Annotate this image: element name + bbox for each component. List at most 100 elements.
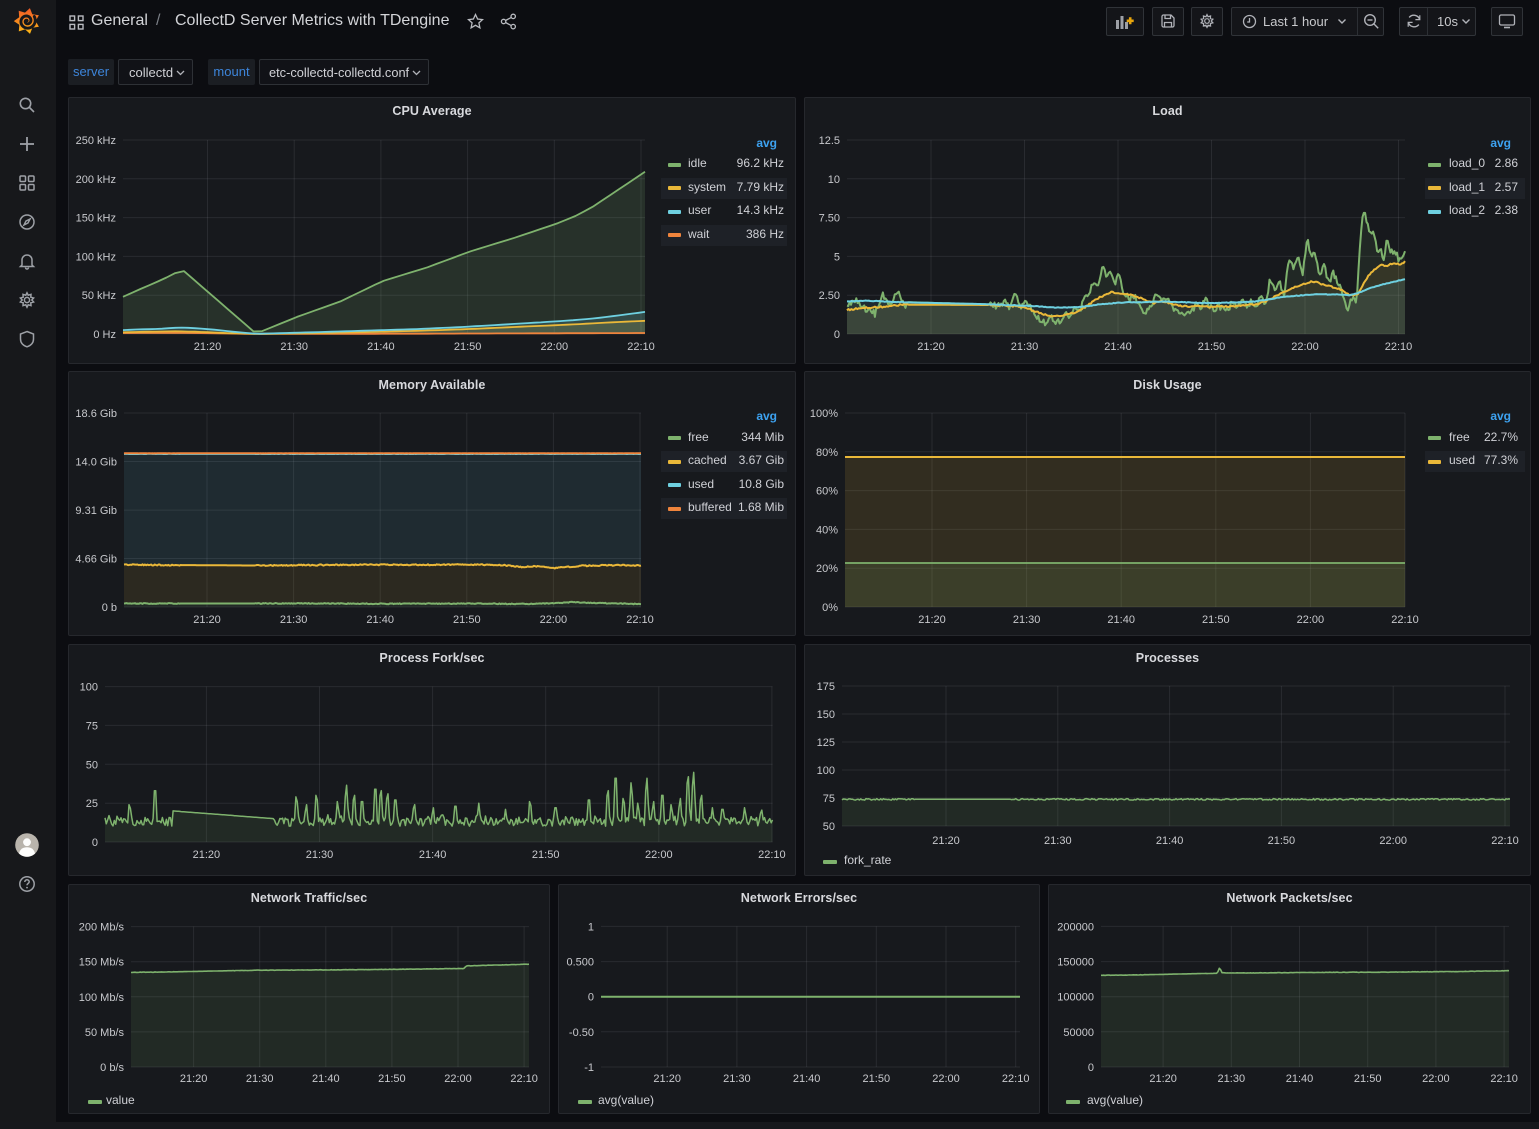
svg-text:21:30: 21:30 [280, 614, 308, 626]
svg-text:18.6 Gib: 18.6 Gib [75, 408, 117, 420]
svg-text:0 b/s: 0 b/s [100, 1062, 124, 1074]
svg-text:21:20: 21:20 [932, 835, 960, 847]
svg-text:0 Hz: 0 Hz [93, 329, 116, 341]
svg-text:40%: 40% [816, 524, 838, 536]
svg-text:21:20: 21:20 [193, 614, 221, 626]
svg-text:21:50: 21:50 [532, 849, 560, 861]
svg-text:21:40: 21:40 [793, 1073, 821, 1085]
svg-text:175: 175 [817, 681, 835, 693]
svg-text:50000: 50000 [1063, 1027, 1094, 1039]
svg-text:150: 150 [817, 709, 835, 721]
svg-text:50 Mb/s: 50 Mb/s [85, 1027, 125, 1039]
svg-text:0 b: 0 b [102, 602, 117, 614]
svg-text:0: 0 [92, 837, 98, 849]
svg-text:1: 1 [588, 921, 594, 933]
svg-text:21:20: 21:20 [1149, 1073, 1177, 1085]
svg-text:5: 5 [834, 251, 840, 263]
svg-text:100 kHz: 100 kHz [76, 251, 116, 263]
svg-text:21:30: 21:30 [723, 1073, 751, 1085]
svg-text:22:10: 22:10 [510, 1073, 538, 1085]
svg-text:7.50: 7.50 [819, 213, 840, 225]
svg-text:150 Mb/s: 150 Mb/s [79, 957, 125, 969]
svg-text:100%: 100% [810, 408, 838, 420]
svg-text:22:00: 22:00 [540, 614, 568, 626]
svg-text:22:00: 22:00 [1379, 835, 1407, 847]
svg-text:75: 75 [86, 720, 98, 732]
svg-text:21:50: 21:50 [1354, 1073, 1382, 1085]
svg-text:21:50: 21:50 [454, 341, 482, 353]
svg-text:21:40: 21:40 [419, 849, 447, 861]
svg-text:12.5: 12.5 [819, 135, 840, 147]
svg-text:22:00: 22:00 [645, 849, 673, 861]
svg-text:25: 25 [86, 798, 98, 810]
svg-text:22:10: 22:10 [626, 614, 654, 626]
svg-text:21:40: 21:40 [1286, 1073, 1314, 1085]
svg-text:21:40: 21:40 [366, 614, 394, 626]
svg-text:0: 0 [834, 329, 840, 341]
svg-text:22:10: 22:10 [627, 341, 655, 353]
svg-text:200 Mb/s: 200 Mb/s [79, 922, 125, 934]
svg-text:21:40: 21:40 [1104, 341, 1132, 353]
svg-text:21:30: 21:30 [1011, 341, 1039, 353]
svg-text:21:50: 21:50 [1268, 835, 1296, 847]
svg-text:21:30: 21:30 [1044, 835, 1072, 847]
svg-text:21:30: 21:30 [280, 341, 308, 353]
svg-text:10: 10 [828, 174, 840, 186]
svg-text:125: 125 [817, 737, 835, 749]
svg-text:14.0 Gib: 14.0 Gib [75, 457, 117, 469]
svg-text:21:20: 21:20 [194, 341, 222, 353]
svg-text:21:30: 21:30 [1218, 1073, 1246, 1085]
svg-text:21:40: 21:40 [1107, 614, 1135, 626]
svg-text:21:40: 21:40 [367, 341, 395, 353]
svg-text:22:10: 22:10 [1391, 614, 1419, 626]
svg-text:100000: 100000 [1057, 992, 1094, 1004]
svg-text:22:10: 22:10 [1002, 1073, 1030, 1085]
svg-text:200000: 200000 [1057, 921, 1094, 933]
svg-text:21:30: 21:30 [246, 1073, 274, 1085]
svg-text:21:50: 21:50 [1202, 614, 1230, 626]
svg-text:21:40: 21:40 [312, 1073, 340, 1085]
svg-text:0.500: 0.500 [566, 957, 594, 969]
svg-text:200 kHz: 200 kHz [76, 174, 116, 186]
svg-text:4.66 Gib: 4.66 Gib [75, 554, 117, 566]
svg-text:20%: 20% [816, 563, 838, 575]
svg-text:22:00: 22:00 [444, 1073, 472, 1085]
svg-text:21:20: 21:20 [193, 849, 221, 861]
svg-text:50: 50 [823, 821, 835, 833]
svg-text:21:30: 21:30 [306, 849, 334, 861]
svg-text:100: 100 [80, 682, 98, 694]
svg-text:75: 75 [823, 793, 835, 805]
svg-text:22:00: 22:00 [932, 1073, 960, 1085]
svg-text:21:20: 21:20 [918, 614, 946, 626]
svg-text:100: 100 [817, 765, 835, 777]
svg-text:50: 50 [86, 759, 98, 771]
svg-text:2.50: 2.50 [819, 290, 840, 302]
svg-text:150000: 150000 [1057, 957, 1094, 969]
svg-text:22:10: 22:10 [1490, 1073, 1518, 1085]
svg-text:0%: 0% [822, 602, 838, 614]
svg-text:250 kHz: 250 kHz [76, 135, 116, 147]
svg-text:9.31 Gib: 9.31 Gib [75, 505, 117, 517]
svg-text:50 kHz: 50 kHz [82, 290, 116, 302]
svg-text:21:20: 21:20 [917, 341, 945, 353]
svg-text:21:50: 21:50 [378, 1073, 406, 1085]
svg-text:-1: -1 [584, 1062, 594, 1074]
svg-text:150 kHz: 150 kHz [76, 213, 116, 225]
svg-text:100 Mb/s: 100 Mb/s [79, 992, 125, 1004]
svg-text:22:10: 22:10 [758, 849, 786, 861]
svg-text:22:10: 22:10 [1385, 341, 1413, 353]
svg-text:0: 0 [1088, 1062, 1094, 1074]
svg-text:21:50: 21:50 [863, 1073, 891, 1085]
svg-text:21:20: 21:20 [180, 1073, 208, 1085]
svg-text:21:50: 21:50 [1198, 341, 1226, 353]
svg-text:22:00: 22:00 [1422, 1073, 1450, 1085]
svg-text:80%: 80% [816, 447, 838, 459]
svg-text:21:40: 21:40 [1156, 835, 1184, 847]
svg-text:22:10: 22:10 [1491, 835, 1519, 847]
svg-text:60%: 60% [816, 486, 838, 498]
svg-text:22:00: 22:00 [1291, 341, 1319, 353]
svg-text:21:20: 21:20 [653, 1073, 681, 1085]
svg-text:22:00: 22:00 [1297, 614, 1325, 626]
svg-text:-0.50: -0.50 [569, 1027, 594, 1039]
svg-text:0: 0 [588, 992, 594, 1004]
